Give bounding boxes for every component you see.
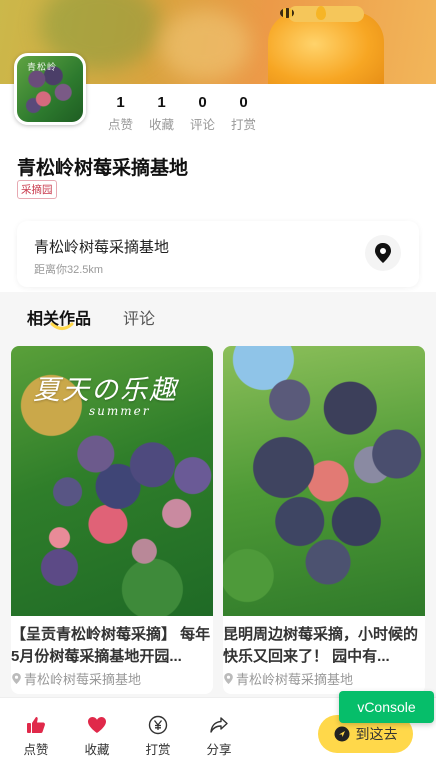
bee-icon bbox=[280, 8, 294, 18]
tab-comments[interactable]: 评论 bbox=[123, 305, 155, 329]
honey-jar-image bbox=[268, 12, 384, 84]
navigate-label: 到这去 bbox=[355, 726, 398, 742]
page-title: 青松岭树莓采摘基地 bbox=[17, 158, 189, 179]
map-pin-icon[interactable] bbox=[365, 235, 401, 271]
feed-card[interactable]: 夏天の乐趣 summer 【呈贡青松岭树莓采摘】 每年5月份树莓采摘基地开园..… bbox=[11, 346, 213, 694]
stat-label: 点赞 bbox=[107, 118, 133, 132]
like-label: 点赞 bbox=[23, 743, 49, 757]
thumbs-up-icon bbox=[27, 717, 45, 733]
tab-active-indicator bbox=[50, 322, 74, 330]
location-distance: 距离你32.5km bbox=[34, 264, 104, 276]
share-button[interactable]: 分享 bbox=[199, 714, 239, 758]
vconsole-button[interactable]: vConsole bbox=[339, 691, 434, 723]
feed-location: 青松岭树莓采摘基地 bbox=[223, 669, 353, 688]
photo-subcaption: summer bbox=[89, 404, 151, 418]
stat-label: 打赏 bbox=[230, 118, 256, 132]
yen-coin-icon bbox=[148, 715, 168, 735]
category-badge: 采摘园 bbox=[17, 180, 57, 199]
feed-card[interactable]: 昆明周边树莓采摘，小时候的快乐又回来了！ 园中有... 青松岭树莓采摘基地 bbox=[223, 346, 425, 694]
location-card[interactable]: 青松岭树莓采摘基地 距离你32.5km bbox=[17, 221, 419, 287]
feed-title[interactable]: 【呈贡青松岭树莓采摘】 每年5月份树莓采摘基地开园... bbox=[11, 624, 213, 668]
share-label: 分享 bbox=[206, 743, 232, 757]
like-button[interactable]: 点赞 bbox=[16, 714, 56, 758]
stat-likes: 1 点赞 bbox=[100, 94, 141, 133]
stat-comments: 0 评论 bbox=[182, 94, 223, 133]
avatar-logo-text: 青松岭 bbox=[27, 63, 58, 73]
share-icon bbox=[210, 717, 228, 733]
location-icon bbox=[224, 673, 233, 684]
feed-photo[interactable]: 夏天の乐趣 summer bbox=[11, 346, 213, 616]
feed-location: 青松岭树莓采摘基地 bbox=[11, 669, 141, 688]
heart-icon bbox=[88, 717, 106, 733]
avatar[interactable]: 青松岭 bbox=[14, 53, 86, 125]
stat-value: 1 bbox=[157, 94, 166, 111]
profile-stats: 1 点赞 1 收藏 0 评论 0 打赏 bbox=[100, 94, 264, 133]
tip-label: 打赏 bbox=[145, 743, 171, 757]
collect-label: 收藏 bbox=[84, 743, 110, 757]
stat-label: 评论 bbox=[189, 118, 215, 132]
location-name: 青松岭树莓采摘基地 bbox=[34, 239, 170, 256]
feed-location-text: 青松岭树莓采摘基地 bbox=[236, 672, 354, 687]
navigation-icon bbox=[334, 726, 349, 742]
honey-drop-icon bbox=[316, 6, 326, 20]
stat-value: 1 bbox=[116, 94, 125, 111]
collect-button[interactable]: 收藏 bbox=[77, 714, 117, 758]
stat-value: 0 bbox=[239, 94, 248, 111]
stat-tips: 0 打赏 bbox=[223, 94, 264, 133]
stat-collects: 1 收藏 bbox=[141, 94, 182, 133]
stat-label: 收藏 bbox=[148, 118, 174, 132]
feed-location-text: 青松岭树莓采摘基地 bbox=[24, 672, 142, 687]
tip-button[interactable]: 打赏 bbox=[138, 714, 178, 758]
content-tabs: 相关作品 评论 bbox=[0, 300, 436, 340]
photo-caption: 夏天の乐趣 bbox=[33, 375, 178, 406]
feed-photo[interactable] bbox=[223, 346, 425, 616]
stat-value: 0 bbox=[198, 94, 207, 111]
feed-title[interactable]: 昆明周边树莓采摘，小时候的快乐又回来了！ 园中有... bbox=[223, 624, 425, 668]
location-icon bbox=[12, 673, 21, 684]
